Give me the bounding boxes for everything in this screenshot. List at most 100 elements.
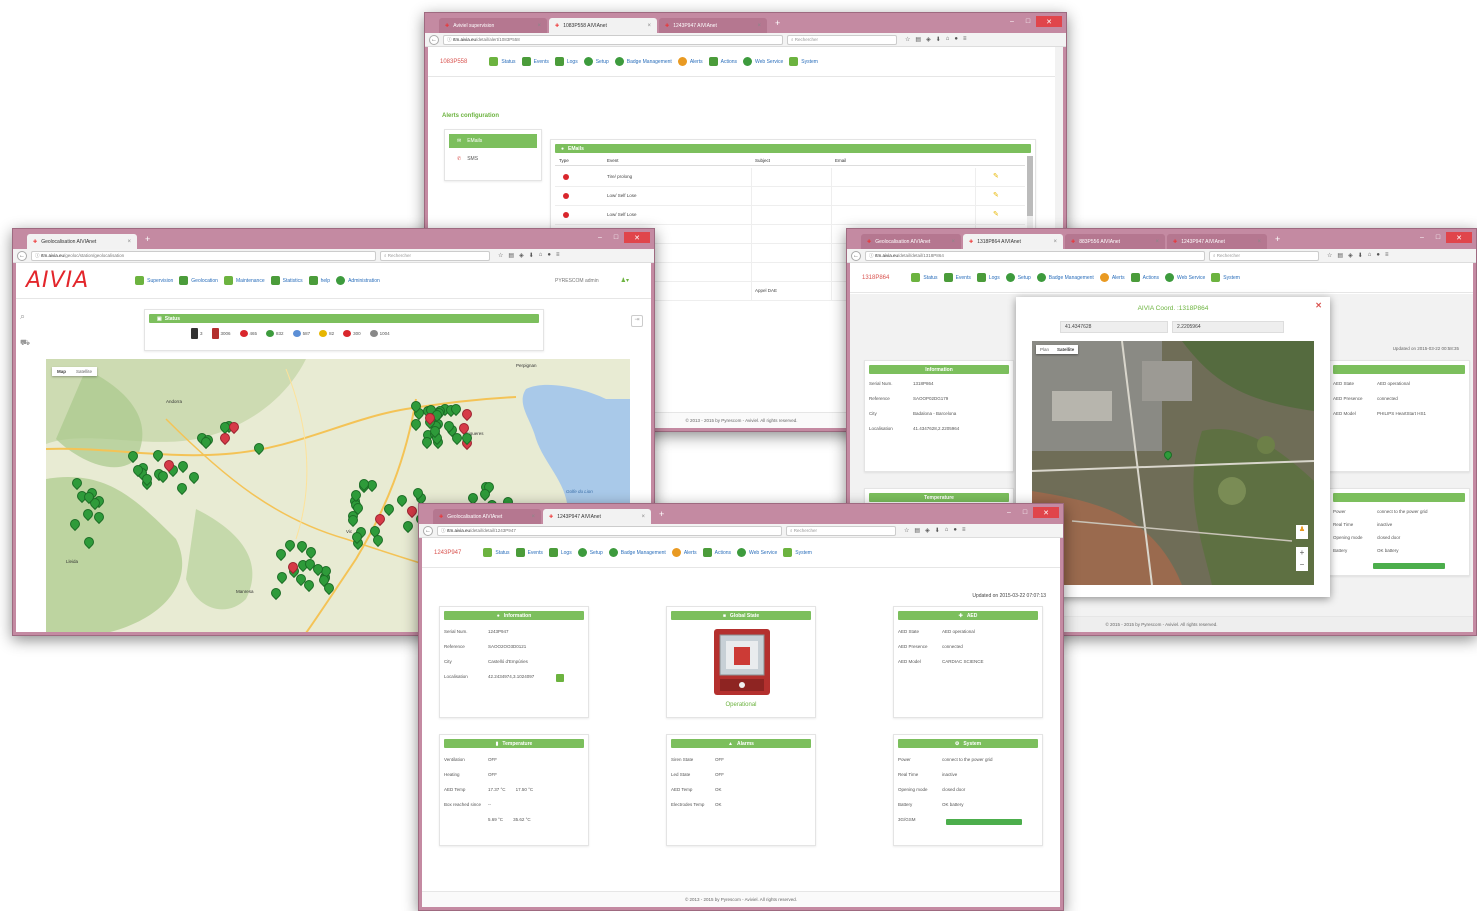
tab-883p556[interactable]: ✚ 883P556 AIVIAnet × <box>1065 234 1165 249</box>
pocket-icon[interactable]: ◈ <box>519 252 524 259</box>
minimize-icon[interactable]: – <box>1001 507 1017 518</box>
table-row[interactable]: Tire/ prolong ✎ <box>555 168 1025 187</box>
menu-logs[interactable]: Logs <box>554 57 578 66</box>
aed-marker[interactable] <box>80 506 96 522</box>
status-count[interactable]: 465 <box>239 330 257 337</box>
back-icon[interactable]: ← <box>851 250 861 261</box>
tab-1083p558[interactable]: ✚ 1083P558 AIVIAnet × <box>549 18 657 33</box>
menu-help[interactable]: help <box>308 276 330 285</box>
back-icon[interactable]: ← <box>423 525 433 536</box>
status-count[interactable]: 300 <box>343 330 361 337</box>
close-tab-icon[interactable]: × <box>757 23 761 29</box>
star-icon[interactable]: ☆ <box>498 252 503 259</box>
menu-alerts[interactable]: Alerts <box>677 57 703 66</box>
aed-marker[interactable] <box>81 534 97 550</box>
menu-logs[interactable]: Logs <box>548 548 572 557</box>
menu-badge-management[interactable]: Badge Management <box>614 57 672 66</box>
download-icon[interactable]: ⬇ <box>1358 252 1363 259</box>
user-name[interactable]: PYRESCOM admin <box>555 278 599 284</box>
url-bar[interactable]: ⓘ rtm.aivia.eu/geoloc/station/geolocalis… <box>31 250 376 261</box>
close-window-icon[interactable]: ✕ <box>1033 507 1059 518</box>
menu-icon[interactable]: ≡ <box>1385 252 1389 259</box>
status-count[interactable]: 3 <box>191 328 203 339</box>
menu-system[interactable]: System <box>783 548 812 557</box>
status-count[interactable]: 587 <box>292 330 310 337</box>
tab-geolocalisation[interactable]: ✚ Geolocalisation AIVIAnet × <box>861 234 961 249</box>
zoom-in-button[interactable]: + <box>1296 547 1308 559</box>
menu-status[interactable]: Status <box>911 273 938 282</box>
search-input[interactable]: ⌕ Rechercher <box>1209 250 1319 261</box>
aed-marker[interactable] <box>282 537 298 553</box>
tab-geolocalisation[interactable]: ✚ Geolocalisation AIVIAnet × <box>27 234 137 249</box>
tab-1243p947[interactable]: ✚ 1243P947 AIVIAnet × <box>1167 234 1267 249</box>
menu-status[interactable]: Status <box>483 548 510 557</box>
aed-marker[interactable] <box>251 440 267 456</box>
chat-icon[interactable]: ● <box>547 252 551 259</box>
edit-icon[interactable]: ✎ <box>993 191 999 199</box>
map-pin-button[interactable] <box>556 674 564 682</box>
maximize-icon[interactable]: □ <box>608 232 624 243</box>
menu-setup[interactable]: Setup <box>577 548 603 557</box>
menu-alerts[interactable]: Alerts <box>671 548 697 557</box>
tab-supervision[interactable]: ✚ Aviviel supervision × <box>439 18 547 33</box>
reader-icon[interactable]: ▤ <box>915 36 921 43</box>
map-type-plan[interactable]: Plan <box>1036 345 1053 354</box>
home-icon[interactable]: ⌂ <box>539 252 543 259</box>
home-icon[interactable]: ⌂ <box>1368 252 1372 259</box>
side-item-emails[interactable]: ✉ EMails <box>449 134 537 148</box>
new-tab-button[interactable]: + <box>139 234 156 244</box>
close-window-icon[interactable]: ✕ <box>624 232 650 243</box>
pocket-icon[interactable]: ◈ <box>1348 252 1353 259</box>
aed-marker[interactable] <box>69 475 85 491</box>
status-toggle-icon[interactable]: ▣ <box>157 316 162 322</box>
tab-1243p947[interactable]: ✚ 1243P947 AIVIAnet × <box>659 18 767 33</box>
cart-icon[interactable]: ⛟ <box>20 338 36 348</box>
menu-setup[interactable]: Setup <box>583 57 609 66</box>
aed-marker[interactable] <box>408 416 424 432</box>
reader-icon[interactable]: ▤ <box>914 527 920 534</box>
menu-administration[interactable]: Administration <box>336 276 380 285</box>
minimize-icon[interactable]: – <box>592 232 608 243</box>
aed-marker[interactable] <box>268 585 284 601</box>
menu-logs[interactable]: Logs <box>976 273 1000 282</box>
chat-icon[interactable]: ● <box>953 527 957 534</box>
search-input[interactable]: ⌕ Rechercher <box>786 525 896 536</box>
close-popup-icon[interactable]: ✕ <box>1315 301 1322 310</box>
close-tab-icon[interactable]: × <box>641 514 645 520</box>
aed-marker[interactable] <box>67 516 83 532</box>
latitude-field[interactable]: 41.4347628 <box>1060 321 1168 333</box>
menu-status[interactable]: Status <box>489 57 516 66</box>
menu-geolocation[interactable]: Geolocation <box>179 276 218 285</box>
aed-marker[interactable] <box>274 569 290 585</box>
menu-icon[interactable]: ≡ <box>962 527 966 534</box>
tab-1318p864[interactable]: ✚ 1318P864 AIVIAnet × <box>963 234 1063 249</box>
back-icon[interactable]: ← <box>17 250 27 261</box>
menu-system[interactable]: System <box>1211 273 1240 282</box>
close-tab-icon[interactable]: × <box>531 514 535 520</box>
menu-web-service[interactable]: Web Service <box>737 548 777 557</box>
menu-actions[interactable]: Actions <box>702 548 731 557</box>
pegman-icon[interactable]: ♟ <box>1296 525 1308 539</box>
pocket-icon[interactable]: ◈ <box>925 527 930 534</box>
menu-setup[interactable]: Setup <box>1005 273 1031 282</box>
zoom-out-button[interactable]: − <box>1296 559 1308 571</box>
menu-events[interactable]: Events <box>521 57 549 66</box>
aed-marker[interactable] <box>186 469 202 485</box>
close-tab-icon[interactable]: × <box>1257 239 1261 245</box>
side-item-sms[interactable]: ✆ SMS <box>449 152 537 166</box>
download-icon[interactable]: ⬇ <box>936 36 941 43</box>
search-input[interactable]: ⌕ Rechercher <box>380 250 490 261</box>
close-window-icon[interactable]: ✕ <box>1036 16 1062 27</box>
close-tab-icon[interactable]: × <box>127 239 131 245</box>
satellite-map[interactable]: Plan Satellite ♟ + − <box>1032 341 1314 585</box>
home-icon[interactable]: ⌂ <box>945 527 949 534</box>
close-tab-icon[interactable]: × <box>951 239 955 245</box>
minimize-icon[interactable]: – <box>1414 232 1430 243</box>
chat-icon[interactable]: ● <box>1376 252 1380 259</box>
aed-marker[interactable] <box>381 501 397 517</box>
menu-icon[interactable]: ≡ <box>556 252 560 259</box>
menu-system[interactable]: System <box>789 57 818 66</box>
star-icon[interactable]: ☆ <box>904 527 909 534</box>
close-tab-icon[interactable]: × <box>537 23 541 29</box>
status-count[interactable]: 82 <box>319 330 334 337</box>
